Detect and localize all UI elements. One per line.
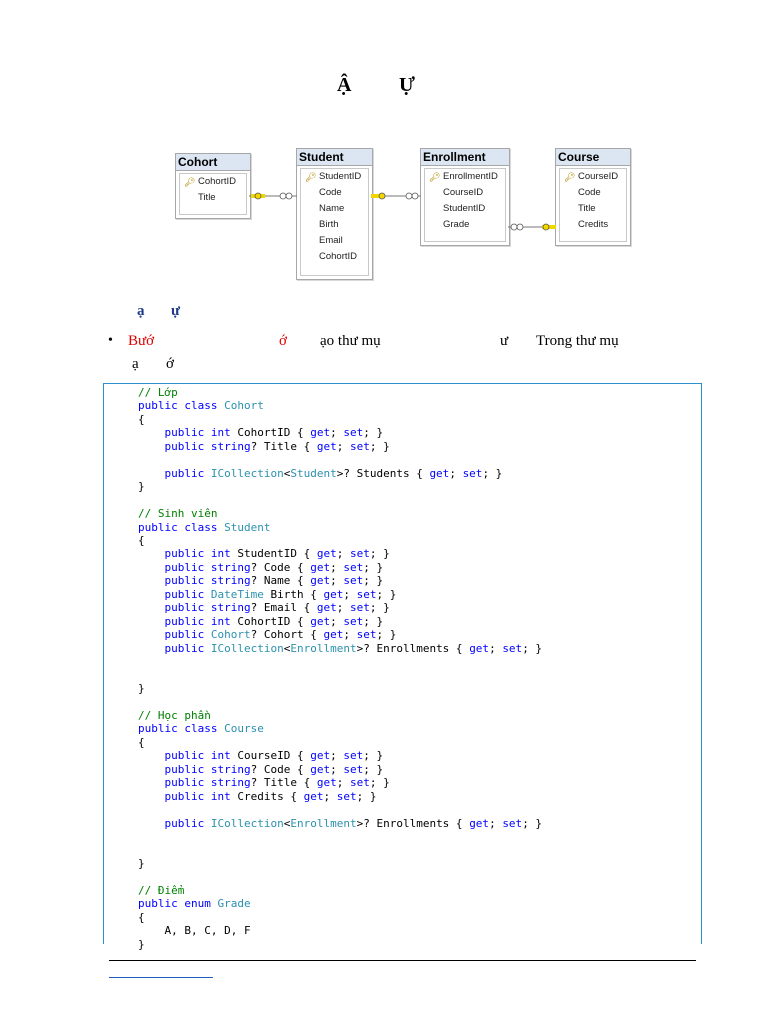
footnote-separator — [109, 960, 696, 961]
column-row: Title — [578, 203, 596, 214]
key-icon: 🔑︎ — [429, 172, 441, 182]
bullet: • — [108, 333, 113, 348]
footnote-link[interactable] — [109, 977, 213, 978]
column-row: Grade — [443, 219, 470, 230]
column-row: Email — [319, 235, 343, 246]
enum-values: A, B, C, D, F — [164, 924, 251, 938]
column-row: 🔑︎ CohortID — [184, 176, 237, 187]
relationship-connector-icon — [249, 192, 297, 200]
column-row: 🔑︎ CourseID — [564, 171, 619, 182]
er-diagram: Cohort 🔑︎ CohortID Title Student 🔑︎ Studen… — [0, 0, 768, 300]
column-row: Code — [319, 187, 342, 198]
key-icon: 🔑︎ — [564, 172, 576, 182]
column-row: 🔑︎ StudentID — [305, 171, 362, 182]
column-row: 🔑︎ EnrollmentID — [429, 171, 498, 182]
column-row: Name — [319, 203, 345, 214]
column-row: Code — [578, 187, 601, 198]
code-comment: // Sinh viên — [138, 507, 218, 521]
code-block[interactable]: // Lớp public class Cohort { public int … — [103, 383, 702, 951]
code-text: // Lớp public class Cohort { public int … — [138, 386, 543, 951]
table-header: Cohort — [176, 154, 250, 171]
column-row: CourseID — [443, 187, 484, 198]
code-comment: // Điểm — [138, 883, 185, 897]
table-cohort[interactable]: Cohort 🔑︎ CohortID Title — [175, 153, 251, 219]
step-text-1: ạo thư mụ — [320, 333, 381, 349]
step-text-3: Trong thư mụ — [536, 333, 619, 349]
table-header: Enrollment — [421, 149, 509, 166]
table-student[interactable]: Student 🔑︎ StudentID Code Name Birth Emai… — [296, 148, 373, 280]
table-enrollment[interactable]: Enrollment 🔑︎ EnrollmentID CourseID Stude… — [420, 148, 510, 246]
class-name: Student — [224, 520, 271, 534]
key-icon: 🔑︎ — [305, 172, 317, 182]
key-icon: 🔑︎ — [184, 177, 196, 187]
step-item: • Bướ ớ ạo thư mụ ư Trong thư mụ — [108, 333, 668, 353]
column-row: Credits — [578, 219, 609, 230]
class-name: Cohort — [224, 399, 264, 413]
table-header: Course — [556, 149, 630, 166]
column-row: Birth — [319, 219, 339, 230]
code-comment: // Lớp — [138, 386, 178, 399]
enum-name: Grade — [217, 897, 251, 911]
step-text-2: ư — [500, 333, 509, 349]
step-mark: ớ — [279, 333, 287, 349]
table-course[interactable]: Course 🔑︎ CourseID Code Title Credits — [555, 148, 631, 246]
relationship-connector-icon — [371, 192, 421, 200]
column-row: CohortID — [319, 251, 358, 262]
column-row: StudentID — [443, 203, 486, 214]
table-header: Student — [297, 149, 372, 166]
code-comment: // Học phần — [138, 708, 211, 722]
step-label: Bướ — [128, 333, 155, 349]
column-row: Title — [198, 192, 216, 203]
class-name: Course — [224, 722, 264, 736]
relationship-connector-icon — [508, 223, 556, 231]
